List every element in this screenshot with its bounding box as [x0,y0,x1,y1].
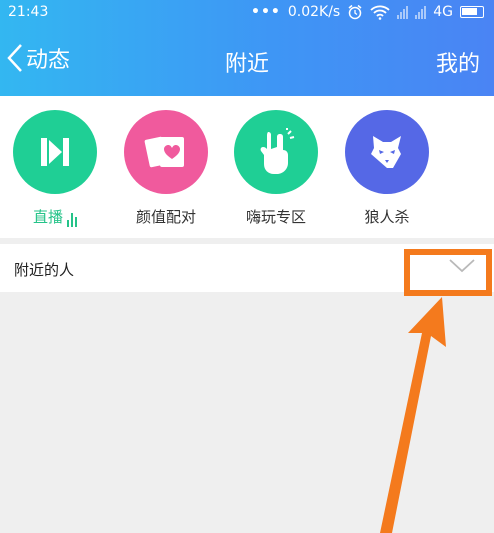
category-werewolf-label: 狼人杀 [364,208,410,226]
wifi-icon [370,5,390,20]
status-bar: 21:43 ••• 0.02K/s 4G [0,0,494,26]
nav-bar: 动态 附近 我的 [0,36,494,86]
status-time: 21:43 [8,4,49,20]
live-bars-icon [67,213,77,227]
app-header: 21:43 ••• 0.02K/s 4G 动态 附近 我的 [0,0,494,96]
category-fun-zone-label: 嗨玩专区 [245,208,306,226]
signal-icon-2 [415,5,427,19]
category-match-label: 颜值配对 [135,208,196,226]
category-match[interactable]: 颜值配对 [111,110,221,227]
network-speed: 0.02K/s [287,4,341,20]
category-live-label: 直播 [32,208,63,226]
battery-icon [460,6,484,18]
live-stream-icon [13,110,97,194]
chevron-down-icon[interactable] [448,258,476,274]
category-live[interactable]: 直播 [0,110,110,227]
mine-button[interactable]: 我的 [436,46,480,78]
cards-heart-icon [124,110,208,194]
wolf-icon [345,110,429,194]
page-title: 附近 [224,52,269,77]
category-fun-zone[interactable]: 嗨玩专区 [221,110,331,227]
status-icons: ••• 0.02K/s 4G [251,4,484,20]
alarm-icon [348,4,362,20]
signal-icon [397,5,409,19]
network-type: 4G [433,4,453,20]
category-werewolf[interactable]: 狼人杀 [332,110,442,227]
nearby-people-label: 附近的人 [14,261,75,279]
rock-hand-icon [234,110,318,194]
notification-dots: ••• [251,4,281,20]
category-grid: 直播 颜值配对 嗨玩专区 狼人杀 [0,96,494,238]
